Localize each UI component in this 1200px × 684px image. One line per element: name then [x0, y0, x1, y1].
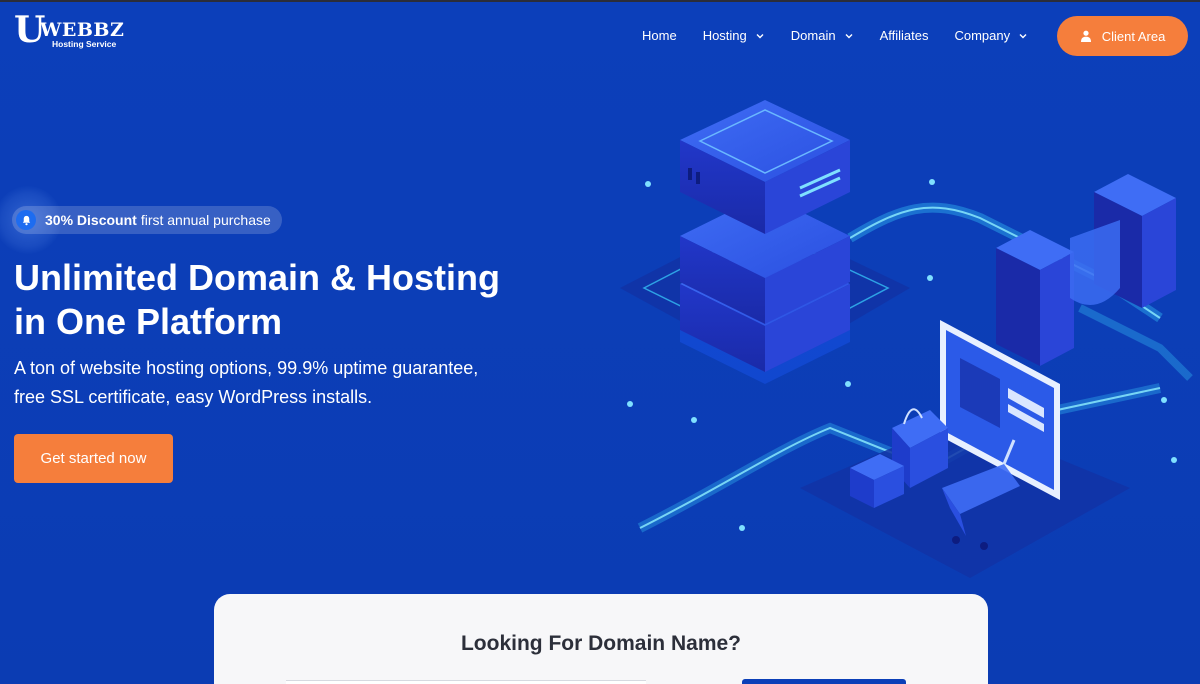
chevron-down-icon: [756, 34, 764, 39]
user-icon: [1080, 30, 1091, 42]
nav-item-hosting[interactable]: Hosting: [703, 26, 765, 46]
domain-search-input[interactable]: [286, 680, 646, 684]
domain-search-card: Looking For Domain Name?: [214, 594, 988, 684]
hero-title: Unlimited Domain & Hosting in One Platfo…: [14, 257, 500, 342]
bell-icon: [16, 210, 36, 230]
site-logo[interactable]: U WEBBZ Hosting Service: [14, 10, 144, 54]
nav-item-label: Home: [642, 28, 677, 43]
nav-item-company[interactable]: Company: [954, 26, 1028, 46]
nav-item-label: Hosting: [702, 28, 747, 43]
discount-text: first annual purchase: [140, 212, 271, 228]
client-area-button[interactable]: Client Area: [1057, 16, 1188, 56]
secondary-servers: [996, 174, 1176, 366]
logo-tagline: Hosting Service: [52, 39, 117, 49]
discount-badge: 30% Discount first annual purchase: [12, 206, 282, 234]
logo-wordmark: WEBBZ: [40, 19, 125, 41]
get-started-button[interactable]: Get started now: [14, 434, 173, 483]
site-header: U WEBBZ Hosting Service Home Hosting Dom…: [0, 2, 1200, 68]
chevron-down-icon: [1019, 34, 1027, 39]
discount-amount: 30% Discount: [45, 212, 137, 228]
domain-search-title: Looking For Domain Name?: [460, 632, 741, 655]
nav-item-home[interactable]: Home: [642, 26, 677, 46]
nav-item-domain[interactable]: Domain: [791, 26, 854, 46]
domain-search-button[interactable]: [742, 679, 906, 684]
hosting-illustration: [620, 100, 1193, 578]
chevron-down-icon: [845, 34, 853, 39]
nav-item-label: Company: [954, 28, 1011, 43]
nav-item-label: Domain: [790, 28, 836, 43]
nav-item-affiliates[interactable]: Affiliates: [880, 26, 929, 46]
client-area-label: Client Area: [1101, 28, 1166, 44]
hero-description: A ton of website hosting options, 99.9% …: [14, 358, 479, 407]
circuit-track: [1078, 304, 1193, 381]
main-nav: Home Hosting Domain Affiliates Company: [642, 24, 1054, 48]
nav-item-label: Affiliates: [879, 28, 929, 43]
server-stack: [680, 100, 850, 384]
